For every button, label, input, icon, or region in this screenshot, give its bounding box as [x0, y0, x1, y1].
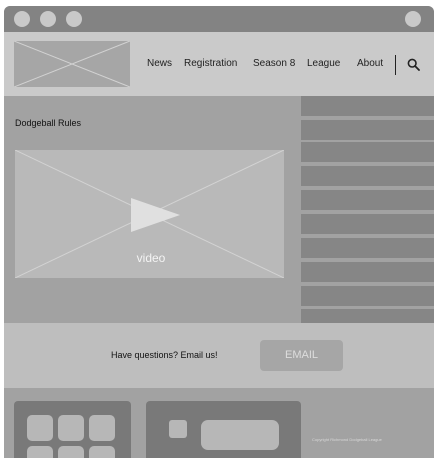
contact-section: Have questions? Email us! EMAIL	[4, 323, 434, 388]
footer-app-grid	[14, 401, 131, 458]
site-header: News Registration Season 8 League About	[4, 32, 434, 96]
sidebar-item[interactable]	[301, 142, 434, 162]
nav-item-league[interactable]: League	[307, 58, 340, 70]
window-maximize-dot[interactable]	[66, 11, 82, 27]
video-player[interactable]: video	[15, 150, 284, 278]
window-menu-dot[interactable]	[405, 11, 421, 27]
page-title: Dodgeball Rules	[15, 118, 82, 128]
sidebar-item[interactable]	[301, 262, 434, 282]
email-button[interactable]: EMAIL	[260, 340, 343, 371]
app-icon[interactable]	[27, 446, 53, 458]
nav-item-news[interactable]: News	[147, 58, 172, 70]
nav-item-registration[interactable]: Registration	[184, 58, 237, 70]
sidebar-item[interactable]	[301, 120, 434, 140]
logo-placeholder[interactable]	[14, 41, 130, 87]
browser-titlebar	[4, 6, 434, 32]
site-footer: Copyright Richmond Dodgeball League	[4, 388, 434, 458]
sidebar-item[interactable]	[301, 190, 434, 210]
footer-card	[146, 401, 301, 458]
nav-divider	[395, 55, 396, 75]
nav-item-season-8[interactable]: Season 8	[253, 58, 295, 70]
window-close-dot[interactable]	[14, 11, 30, 27]
app-icon[interactable]	[58, 446, 84, 458]
window-minimize-dot[interactable]	[40, 11, 56, 27]
card-text-block	[201, 420, 279, 450]
sidebar-item[interactable]	[301, 214, 434, 234]
sidebar-item[interactable]	[301, 96, 434, 116]
video-label: video	[136, 251, 166, 265]
app-icon[interactable]	[89, 446, 115, 458]
contact-text: Have questions? Email us!	[111, 350, 218, 360]
search-icon[interactable]	[407, 58, 420, 71]
copyright-text: Copyright Richmond Dodgeball League	[312, 437, 382, 442]
sidebar-item[interactable]	[301, 286, 434, 306]
app-icon[interactable]	[58, 415, 84, 441]
sidebar-item[interactable]	[301, 309, 434, 323]
app-icon[interactable]	[27, 415, 53, 441]
app-icon[interactable]	[89, 415, 115, 441]
main-content: Dodgeball Rules video	[4, 96, 434, 323]
sidebar-list	[301, 96, 434, 323]
sidebar-item[interactable]	[301, 238, 434, 258]
card-thumbnail	[169, 420, 187, 438]
sidebar-item[interactable]	[301, 166, 434, 186]
browser-window: News Registration Season 8 League About …	[4, 6, 434, 458]
nav-item-about[interactable]: About	[357, 58, 383, 70]
